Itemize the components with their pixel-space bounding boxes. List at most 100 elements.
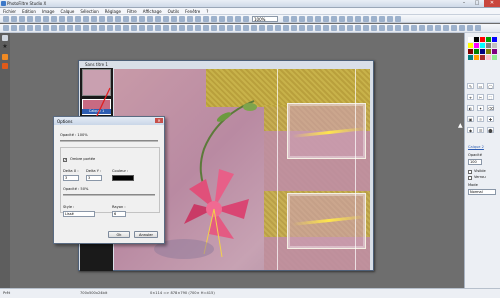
tb1-button-15[interactable] xyxy=(123,16,129,22)
tool-9-icon[interactable]: ▣ xyxy=(467,116,474,122)
tb2-button-10[interactable] xyxy=(83,25,89,31)
opacity-input-right[interactable]: 100 xyxy=(468,159,482,165)
tb2-button-6[interactable] xyxy=(51,25,57,31)
tb2-button-34[interactable] xyxy=(275,25,281,31)
palette-swatch-4[interactable] xyxy=(492,37,497,42)
tb2-button-17[interactable] xyxy=(139,25,145,31)
tb2-button-41[interactable] xyxy=(331,25,337,31)
tb2-button-59[interactable] xyxy=(475,25,481,31)
tb2-button-12[interactable] xyxy=(99,25,105,31)
tb1-button-14[interactable] xyxy=(115,16,121,22)
tb2-button-39[interactable] xyxy=(315,25,321,31)
tb2-button-18[interactable] xyxy=(147,25,153,31)
palette-swatch-12[interactable] xyxy=(480,49,485,54)
tb1-button-21[interactable] xyxy=(171,16,177,22)
tb1-button-24[interactable] xyxy=(195,16,201,22)
tb2-button-19[interactable] xyxy=(155,25,161,31)
tb2-button-14[interactable] xyxy=(115,25,121,31)
cancel-button[interactable]: Annuler xyxy=(134,231,158,238)
tool-6-icon[interactable]: ◐ xyxy=(467,105,474,111)
palette-swatch-14[interactable] xyxy=(492,49,497,54)
menu-item-5[interactable]: Réglage xyxy=(102,8,124,14)
opacity-slider[interactable] xyxy=(60,140,158,142)
tb2-button-50[interactable] xyxy=(403,25,409,31)
tb1-button-27[interactable] xyxy=(219,16,225,22)
tb2-button-33[interactable] xyxy=(267,25,273,31)
palette-swatch-17[interactable] xyxy=(480,55,485,60)
deltay-input[interactable]: 3 xyxy=(86,175,102,181)
lock-checkbox[interactable] xyxy=(468,175,472,180)
palette-swatch-7[interactable] xyxy=(480,43,485,48)
menu-item-4[interactable]: Sélection xyxy=(77,8,101,14)
tb1-button-23[interactable] xyxy=(187,16,193,22)
tb1-button-38[interactable] xyxy=(307,16,313,22)
tb2-button-30[interactable] xyxy=(243,25,249,31)
tb2-button-22[interactable] xyxy=(179,25,185,31)
palette-swatch-1[interactable] xyxy=(474,37,479,42)
menu-item-6[interactable]: Filtre xyxy=(124,8,140,14)
tb1-button-4[interactable] xyxy=(35,16,41,22)
tb2-button-37[interactable] xyxy=(299,25,305,31)
tb2-button-53[interactable] xyxy=(427,25,433,31)
tb2-button-45[interactable] xyxy=(363,25,369,31)
menu-item-7[interactable]: Affichage xyxy=(140,8,165,14)
tool-1-icon[interactable]: ▭ xyxy=(477,83,484,89)
menu-item-2[interactable]: Image xyxy=(39,8,58,14)
color-palette[interactable] xyxy=(468,37,498,77)
tool-13-icon[interactable]: ☰ xyxy=(477,127,484,133)
tb1-button-6[interactable] xyxy=(51,16,57,22)
star-icon[interactable]: ★ xyxy=(2,44,8,50)
menu-item-8[interactable]: Outils xyxy=(165,8,183,14)
tb2-button-8[interactable] xyxy=(67,25,73,31)
palette-swatch-19[interactable] xyxy=(492,55,497,60)
tb2-button-56[interactable] xyxy=(451,25,457,31)
layer-name[interactable]: Calque 2 xyxy=(468,145,484,149)
style-select[interactable]: Lissé xyxy=(63,211,95,217)
tb2-button-3[interactable] xyxy=(27,25,33,31)
menu-item-9[interactable]: Fenêtre xyxy=(182,8,203,14)
tb2-button-11[interactable] xyxy=(91,25,97,31)
tb2-button-55[interactable] xyxy=(443,25,449,31)
menu-item-1[interactable]: Edition xyxy=(19,8,39,14)
tb2-button-5[interactable] xyxy=(43,25,49,31)
tb1-button-35[interactable] xyxy=(283,16,289,22)
palette-swatch-3[interactable] xyxy=(486,37,491,42)
tool-7-icon[interactable]: ✦ xyxy=(477,105,484,111)
tb2-button-46[interactable] xyxy=(371,25,377,31)
tb2-button-28[interactable] xyxy=(227,25,233,31)
tb2-button-7[interactable] xyxy=(59,25,65,31)
tb1-button-28[interactable] xyxy=(227,16,233,22)
tb1-button-37[interactable] xyxy=(299,16,305,22)
tool-12-icon[interactable]: ◆ xyxy=(467,127,474,133)
tb2-button-23[interactable] xyxy=(187,25,193,31)
tool-0-icon[interactable]: ✎ xyxy=(467,83,474,89)
tb1-button-45[interactable] xyxy=(363,16,369,22)
tool-3-icon[interactable]: ⌖ xyxy=(467,94,474,100)
tb2-button-31[interactable] xyxy=(251,25,257,31)
tb1-button-44[interactable] xyxy=(355,16,361,22)
tb1-button-20[interactable] xyxy=(163,16,169,22)
tb2-button-0[interactable] xyxy=(3,25,9,31)
palette-swatch-6[interactable] xyxy=(474,43,479,48)
palette-swatch-5[interactable] xyxy=(468,43,473,48)
tb1-button-17[interactable] xyxy=(139,16,145,22)
tb1-button-22[interactable] xyxy=(179,16,185,22)
tb2-button-38[interactable] xyxy=(307,25,313,31)
tb1-button-30[interactable] xyxy=(243,16,249,22)
tb1-button-7[interactable] xyxy=(59,16,65,22)
select-tool-icon[interactable] xyxy=(2,35,8,41)
tb2-button-49[interactable] xyxy=(395,25,401,31)
tb2-button-26[interactable] xyxy=(211,25,217,31)
deltax-input[interactable]: 3 xyxy=(63,175,79,181)
palette-swatch-15[interactable] xyxy=(468,55,473,60)
tb1-button-47[interactable] xyxy=(379,16,385,22)
tb2-button-20[interactable] xyxy=(163,25,169,31)
palette-swatch-10[interactable] xyxy=(468,49,473,54)
tb2-button-48[interactable] xyxy=(387,25,393,31)
tb2-button-47[interactable] xyxy=(379,25,385,31)
menu-item-3[interactable]: Calque xyxy=(57,8,77,14)
ok-button[interactable]: Ok xyxy=(108,231,130,238)
tool-2-icon[interactable]: ◯ xyxy=(487,83,494,89)
zoom-select[interactable]: 100% xyxy=(252,16,278,22)
color-swatch-2-icon[interactable] xyxy=(2,63,8,69)
